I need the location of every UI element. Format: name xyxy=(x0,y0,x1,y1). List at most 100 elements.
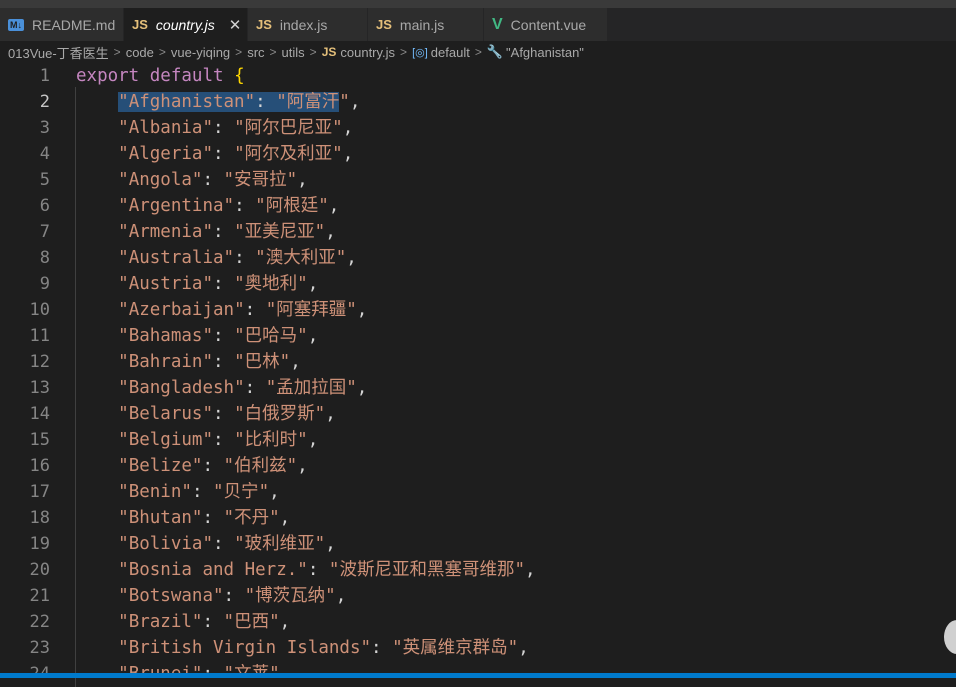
country-key: Bahrain xyxy=(128,352,203,372)
brace-token: { xyxy=(234,66,245,86)
tab-country-js[interactable]: JS country.js ✕ xyxy=(124,8,248,41)
js-icon: JS xyxy=(321,45,337,59)
line-number: 23 xyxy=(29,638,50,658)
country-key: Belarus xyxy=(128,404,203,424)
breadcrumb-src[interactable]: src xyxy=(247,45,264,60)
entry-pair: "Albania": "阿尔巴尼亚 xyxy=(118,118,333,138)
line-content: "Botswana": "博茨瓦纳", xyxy=(118,586,347,606)
code-line: 17 "Benin": "贝宁", xyxy=(0,479,956,505)
country-key: Bangladesh xyxy=(128,378,235,398)
line-content: "Benin": "贝宁", xyxy=(118,482,280,502)
country-name-zh: 比利时 xyxy=(244,430,298,450)
markdown-icon: M↓ xyxy=(8,18,24,31)
country-key: Botswana xyxy=(128,586,213,606)
country-name-zh: 阿尔及利亚 xyxy=(244,144,333,164)
breadcrumb-code[interactable]: code xyxy=(126,45,154,60)
country-name-zh: 阿尔巴尼亚 xyxy=(244,118,333,138)
editor-tab-bar: M↓ README.md JS country.js ✕ JS index.js JS main… xyxy=(0,8,956,41)
country-key: Belgium xyxy=(128,430,203,450)
entry-pair: "Austria": "奥地利 xyxy=(118,274,298,294)
code-line: 6 "Argentina": "阿根廷", xyxy=(0,193,956,219)
tab-label: country.js xyxy=(155,16,215,33)
entry-pair: "British Virgin Islands": "英属维京群岛 xyxy=(118,638,508,658)
line-number: 11 xyxy=(29,326,50,346)
line-content: "Bahamas": "巴哈马", xyxy=(118,326,319,346)
country-key: Albania xyxy=(128,118,203,138)
code-editor[interactable]: 1 export default { 2 "Afghanistan": "阿富汗… xyxy=(0,63,956,673)
country-key: Benin xyxy=(128,482,182,502)
country-name-zh: 巴西 xyxy=(234,612,270,632)
tab-label: README.md xyxy=(32,16,116,33)
line-number: 9 xyxy=(39,274,50,294)
breadcrumb-key[interactable]: "Afghanistan" xyxy=(506,45,584,60)
country-name-zh: 玻利维亚 xyxy=(244,534,315,554)
tab-readme-md[interactable]: M↓ README.md xyxy=(0,8,124,41)
line-number: 1 xyxy=(39,66,50,86)
entry-pair: "Belize": "伯利兹 xyxy=(118,456,287,476)
tab-index-js[interactable]: JS index.js xyxy=(248,8,368,41)
line-content: "Bangladesh": "孟加拉国", xyxy=(118,378,368,398)
country-name-zh: 亚美尼亚 xyxy=(244,222,315,242)
country-name-zh: 博茨瓦纳 xyxy=(255,586,326,606)
line-content: "Austria": "奥地利", xyxy=(118,274,319,294)
chevron-right-icon: > xyxy=(235,45,243,59)
line-number: 17 xyxy=(29,482,50,502)
line-content: "Bhutan": "不丹", xyxy=(118,508,291,528)
line-number: 21 xyxy=(29,586,50,606)
code-line: 9 "Austria": "奥地利", xyxy=(0,271,956,297)
line-number: 14 xyxy=(29,404,50,424)
line-number: 13 xyxy=(29,378,50,398)
symbol-variable-icon: [◎] xyxy=(412,46,428,59)
entry-pair: "Belgium": "比利时 xyxy=(118,430,298,450)
status-bar xyxy=(0,673,956,678)
country-name-zh: 伯利兹 xyxy=(234,456,287,476)
country-key: British Virgin Islands xyxy=(128,638,361,658)
entry-pair: "Algeria": "阿尔及利亚 xyxy=(118,144,333,164)
breadcrumb: 013Vue-丁香医生 > code > vue-yiqing > src > … xyxy=(0,41,956,63)
line-number: 7 xyxy=(39,222,50,242)
line-content: "Bahrain": "巴林", xyxy=(118,352,301,372)
breadcrumb-file[interactable]: country.js xyxy=(340,45,395,60)
entry-pair: "Armenia": "亚美尼亚 xyxy=(118,222,315,242)
text-selection: "Afghanistan": "阿富汗 xyxy=(118,92,340,112)
line-content: export default { xyxy=(50,63,956,89)
entry-pair: "Australia": "澳大利亚 xyxy=(118,248,336,268)
entry-pair: "Belarus": "白俄罗斯 xyxy=(118,404,315,424)
line-number: 2 xyxy=(39,92,50,112)
country-name-zh: 阿根廷 xyxy=(265,196,319,216)
line-content: "Algeria": "阿尔及利亚", xyxy=(118,144,354,164)
tab-main-js[interactable]: JS main.js xyxy=(368,8,484,41)
code-line: 15 "Belgium": "比利时", xyxy=(0,427,956,453)
chevron-right-icon: > xyxy=(158,45,166,59)
country-name-zh: 贝宁 xyxy=(223,482,259,502)
keyword-token: export xyxy=(76,66,140,86)
entry-pair: "Botswana": "博茨瓦纳 xyxy=(118,586,326,606)
tab-content-vue[interactable]: V Content.vue xyxy=(484,8,608,41)
breadcrumb-symbol[interactable]: default xyxy=(431,45,470,60)
code-line: 8 "Australia": "澳大利亚", xyxy=(0,245,956,271)
breadcrumb-vue-yiqing[interactable]: vue-yiqing xyxy=(171,45,230,60)
close-icon[interactable]: ✕ xyxy=(229,16,242,34)
line-number: 19 xyxy=(29,534,50,554)
code-line: 1 export default { xyxy=(0,63,956,89)
title-strip xyxy=(0,0,956,8)
country-name-zh: 不丹 xyxy=(234,508,270,528)
vue-icon: V xyxy=(492,15,503,33)
breadcrumb-utils[interactable]: utils xyxy=(282,45,305,60)
country-name-zh: 文莱 xyxy=(234,664,269,673)
line-content: "Argentina": "阿根廷", xyxy=(118,196,340,216)
line-content: "Belarus": "白俄罗斯", xyxy=(118,404,336,424)
code-line: 20 "Bosnia and Herz.": "波斯尼亚和黑塞哥维那", xyxy=(0,557,956,583)
country-name-zh: 巴林 xyxy=(244,352,280,372)
country-key: Azerbaijan xyxy=(128,300,235,320)
country-key: Belize xyxy=(128,456,192,476)
line-number: 20 xyxy=(29,560,50,580)
breadcrumb-root[interactable]: 013Vue-丁香医生 xyxy=(8,43,109,62)
js-icon: JS xyxy=(376,17,392,32)
country-key: Austria xyxy=(128,274,203,294)
country-name-zh: 英属维京群岛 xyxy=(402,638,508,658)
js-icon: JS xyxy=(256,17,272,32)
code-line: 21 "Botswana": "博茨瓦纳", xyxy=(0,583,956,609)
line-content: "Belize": "伯利兹", xyxy=(118,456,308,476)
line-content: "Brazil": "巴西", xyxy=(118,612,291,632)
